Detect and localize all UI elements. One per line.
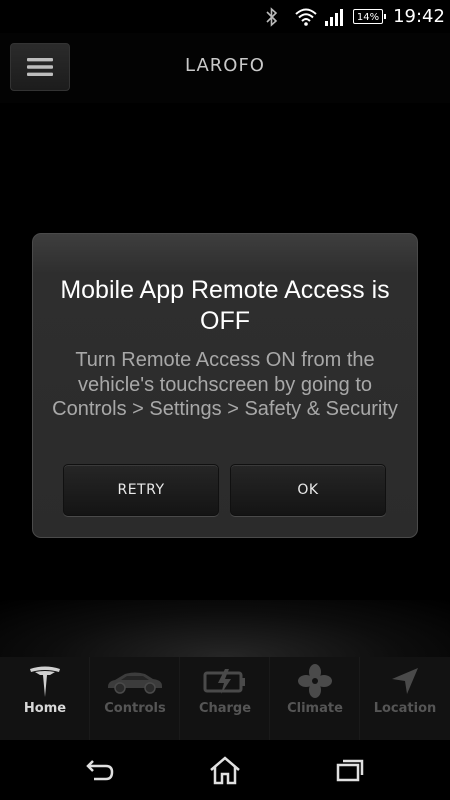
tab-label-controls: Controls <box>104 701 166 716</box>
tab-charge[interactable]: Charge <box>180 657 270 740</box>
signal-icon <box>321 0 347 33</box>
battery-charge-icon <box>180 663 270 699</box>
tab-bar-glow <box>0 600 450 657</box>
tab-label-climate: Climate <box>287 701 343 716</box>
recent-apps-icon <box>336 759 364 782</box>
battery-icon: 14% <box>350 0 386 33</box>
back-button[interactable] <box>80 752 120 788</box>
remote-access-dialog: Mobile App Remote Access is OFF Turn Rem… <box>32 233 418 538</box>
location-arrow-icon <box>360 663 450 699</box>
tab-label-charge: Charge <box>198 701 252 716</box>
bluetooth-icon <box>262 0 282 33</box>
retry-button[interactable]: RETRY <box>63 464 219 516</box>
clock: 19:42 <box>393 6 445 27</box>
recent-apps-button[interactable] <box>330 752 370 788</box>
ok-button[interactable]: OK <box>230 464 386 516</box>
tab-label-location: Location <box>373 701 437 716</box>
hamburger-menu-icon <box>27 58 53 76</box>
dialog-message: Turn Remote Access ON from the vehicle's… <box>52 349 398 420</box>
back-icon <box>86 760 114 781</box>
system-nav-bar <box>0 740 450 800</box>
dialog-title: Mobile App Remote Access is OFF <box>60 276 390 335</box>
tab-controls[interactable]: Controls <box>90 657 180 740</box>
battery-level: 14% <box>353 9 386 24</box>
tab-climate[interactable]: Climate <box>270 657 360 740</box>
tab-home[interactable]: Home <box>0 657 90 740</box>
fan-icon <box>270 663 360 699</box>
car-icon <box>90 663 180 699</box>
tab-label-home: Home <box>23 701 67 716</box>
page-title: LAROFO <box>185 55 265 76</box>
menu-button[interactable] <box>10 43 70 91</box>
tab-bar: Home Controls Charge Climate Location <box>0 657 450 740</box>
tab-location[interactable]: Location <box>360 657 450 740</box>
home-button[interactable] <box>205 752 245 788</box>
app-header: LAROFO <box>0 33 450 103</box>
wifi-icon <box>293 0 319 33</box>
tesla-logo-icon <box>0 663 90 699</box>
home-icon <box>210 756 240 785</box>
status-bar: 14% 19:42 <box>0 0 450 33</box>
